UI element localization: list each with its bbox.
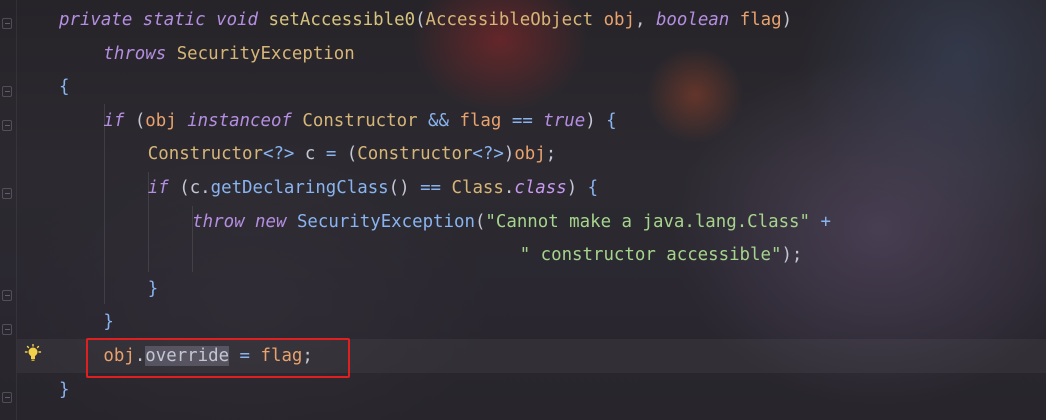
- code-token: private: [59, 10, 133, 30]
- code-token: c: [294, 144, 326, 165]
- code-token: if: [103, 110, 125, 131]
- code-token: getDeclaringClass: [210, 178, 389, 198]
- code-token: (: [415, 10, 426, 30]
- code-token: ): [781, 10, 793, 30]
- code-token: (: [474, 211, 486, 232]
- code-token: {: [606, 110, 617, 131]
- code-token: );: [781, 245, 803, 266]
- code-line[interactable]: throws SecurityException: [103, 37, 354, 71]
- code-token: Constructor: [302, 110, 418, 131]
- fold-marker-icon[interactable]: [2, 324, 12, 335]
- code-token: ): [503, 144, 515, 165]
- code-token: throws: [103, 43, 167, 64]
- code-token: }: [59, 379, 70, 400]
- code-token: +: [820, 211, 831, 232]
- code-token: AccessibleObject: [425, 10, 594, 30]
- fold-marker-icon[interactable]: [2, 120, 12, 131]
- code-token: <?>: [472, 144, 504, 165]
- code-line[interactable]: }: [103, 305, 113, 339]
- code-token: obj: [603, 10, 635, 30]
- indent-guide: [148, 172, 149, 272]
- code-token: boolean: [655, 10, 730, 30]
- code-token: {: [587, 178, 599, 198]
- code-line[interactable]: if (obj instanceof Constructor && flag =…: [103, 104, 616, 138]
- code-token: ): [566, 178, 588, 198]
- fold-marker-icon[interactable]: [2, 290, 12, 301]
- code-token: Constructor: [357, 144, 473, 165]
- code-line[interactable]: " constructor accessible");: [59, 238, 803, 272]
- code-token: (: [124, 110, 146, 131]
- code-token: SecurityException: [296, 211, 475, 232]
- code-token: ): [585, 110, 607, 131]
- code-token: }: [103, 312, 114, 333]
- code-token: " constructor accessible": [519, 245, 782, 266]
- code-token: Constructor: [147, 144, 263, 165]
- code-token: (: [336, 144, 358, 165]
- highlight-box: [86, 338, 350, 378]
- indent-guide: [104, 104, 105, 304]
- code-token: ,: [634, 10, 656, 30]
- code-token: =: [325, 144, 337, 165]
- code-line[interactable]: if (c.getDeclaringClass() == Class.class…: [148, 171, 598, 205]
- code-token: new: [255, 211, 287, 232]
- code-line[interactable]: Constructor<?> c = (Constructor<?>)obj;: [148, 137, 556, 171]
- code-token: if: [147, 178, 169, 198]
- code-token: flag: [739, 10, 782, 30]
- code-token: }: [147, 278, 159, 299]
- fold-marker-icon[interactable]: [2, 188, 12, 199]
- code-token: flag: [459, 110, 502, 131]
- code-token: obj: [514, 144, 546, 165]
- code-token: void: [216, 10, 258, 30]
- code-token: <?>: [262, 144, 295, 165]
- code-line[interactable]: }: [148, 272, 158, 306]
- code-line[interactable]: {: [59, 70, 69, 104]
- code-token: ==: [511, 110, 533, 131]
- fold-marker-icon[interactable]: [2, 18, 12, 29]
- code-token: obj: [145, 110, 177, 131]
- lightbulb-icon[interactable]: [23, 343, 43, 364]
- code-token: {: [59, 77, 70, 98]
- code-token: instanceof: [187, 110, 292, 131]
- code-token: ;: [545, 144, 557, 165]
- code-line[interactable]: private static void setAccessible0(Acces…: [59, 3, 792, 37]
- code-token: (): [388, 178, 421, 198]
- indent-guide: [192, 206, 193, 272]
- code-token: "Cannot make a java.lang.Class": [485, 211, 810, 232]
- code-token: .: [503, 178, 515, 198]
- fold-marker-icon[interactable]: [2, 86, 12, 97]
- code-token: true: [543, 110, 586, 131]
- code-line[interactable]: }: [59, 373, 69, 407]
- code-line[interactable]: throw new SecurityException("Cannot make…: [192, 205, 831, 239]
- code-token: setAccessible0: [268, 10, 416, 30]
- code-token: Class: [451, 178, 504, 198]
- code-token: class: [514, 178, 567, 198]
- code-token: SecurityException: [176, 43, 355, 64]
- code-token: ==: [420, 178, 442, 198]
- fold-marker-icon[interactable]: [2, 392, 12, 403]
- code-token: &&: [428, 110, 449, 131]
- code-token: static: [142, 10, 206, 30]
- code-token: (c.: [168, 178, 211, 198]
- code-token: throw: [192, 211, 245, 232]
- intention-bulb[interactable]: [23, 343, 43, 364]
- editor-gutter: [0, 0, 17, 420]
